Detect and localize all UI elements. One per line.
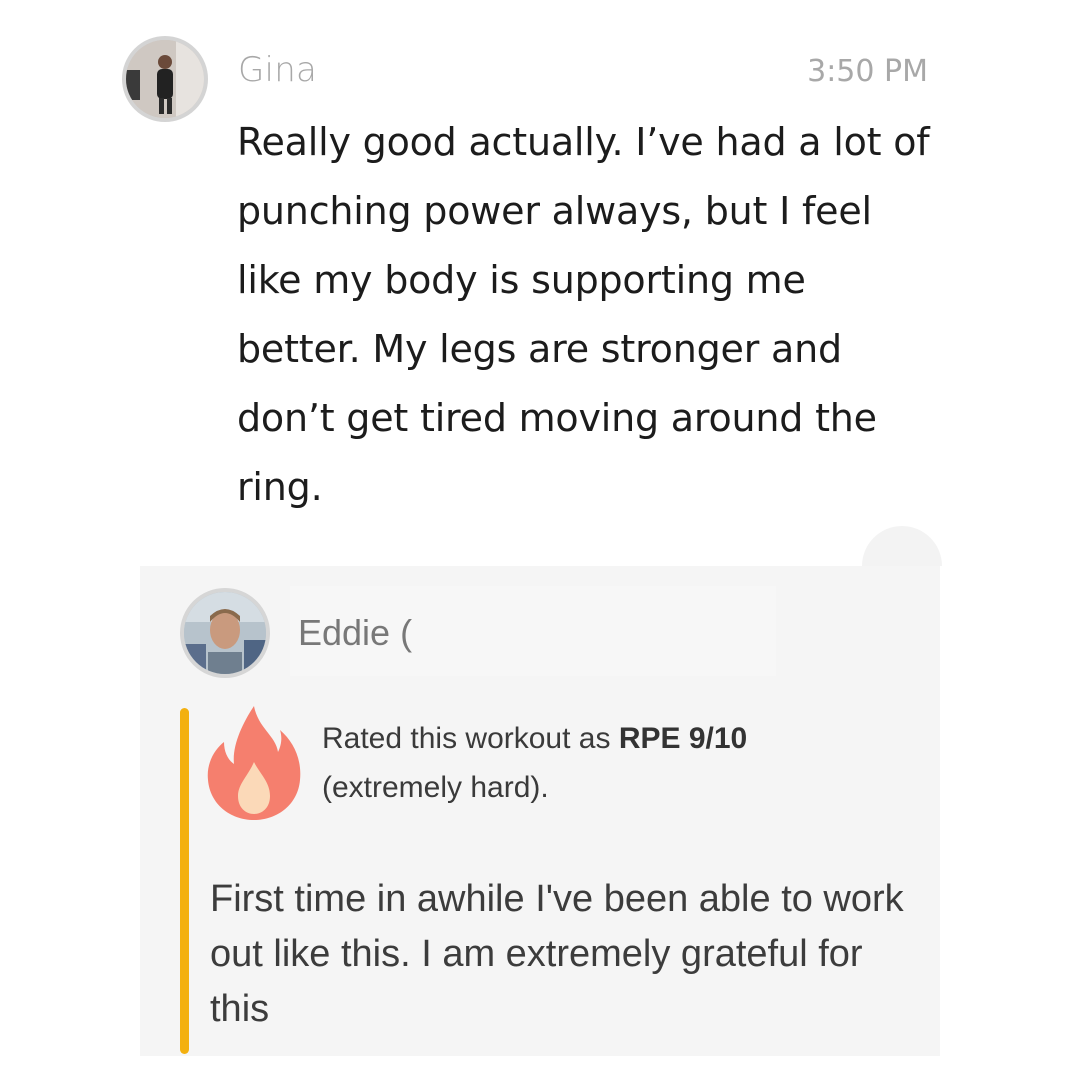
sender-name: Gina [238, 50, 317, 90]
rating-value: RPE 9/10 [618, 722, 748, 755]
rating-prefix: Rated this workout as [322, 722, 619, 755]
scroll-indicator [862, 526, 942, 566]
avatar-eddie-image [184, 592, 266, 674]
accent-bar [180, 708, 189, 1054]
message-timestamp: 3:50 PM [807, 54, 928, 89]
rpe-rating: Rated this workout as RPE 9/10 (extremel… [322, 714, 882, 812]
workout-comment-text: First time in awhile I've been able to w… [210, 878, 904, 1030]
avatar-gina[interactable] [122, 36, 208, 122]
workout-comment-card: Eddie ( Rated this workout as RPE 9/10 (… [140, 566, 940, 1056]
avatar-eddie[interactable] [180, 588, 270, 678]
message-text: Really good actually. I’ve had a lot of … [237, 120, 930, 509]
message-gina: Gina 3:50 PM Really good actually. I’ve … [110, 20, 968, 566]
rating-suffix: (extremely hard). [322, 771, 549, 804]
avatar-gina-image [126, 40, 204, 118]
sender-name: Eddie ( [298, 612, 413, 653]
fire-icon [207, 706, 301, 820]
